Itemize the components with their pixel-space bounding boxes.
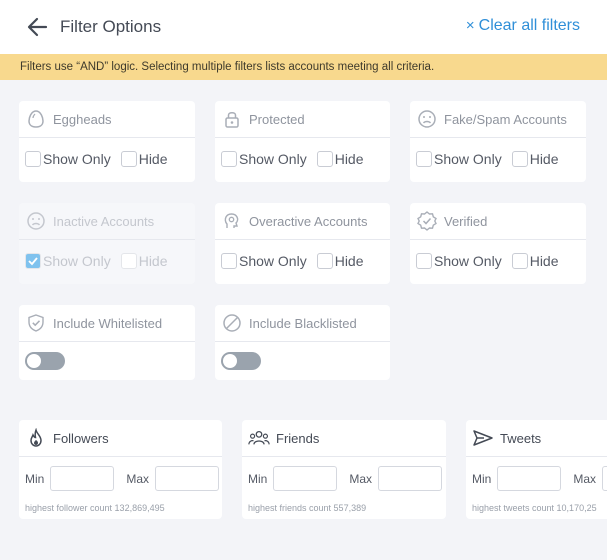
filter-label: Eggheads (53, 111, 112, 127)
hide-checkbox[interactable] (316, 253, 333, 269)
range-label: Friends (276, 430, 320, 446)
max-label: Max (573, 471, 597, 486)
and-logic-banner: Filters use “AND” logic. Selecting multi… (0, 54, 607, 80)
filter-card-inactive: Inactive Accounts Show Only Hide (19, 203, 195, 284)
hide-label: Hide (334, 151, 364, 167)
sad-face-icon (25, 210, 47, 232)
max-label: Max (126, 471, 150, 486)
checkmark-icon (28, 257, 38, 266)
flame-icon (25, 427, 47, 449)
toggle-card-blacklisted: Include Blacklisted (215, 305, 390, 380)
show-only-checkbox[interactable] (221, 253, 237, 269)
friends-max-input[interactable] (378, 466, 443, 491)
show-only-checkbox[interactable] (416, 151, 432, 167)
filter-label: Inactive Accounts (53, 213, 155, 229)
verified-badge-icon (416, 210, 438, 232)
clear-all-label: Clear all filters (478, 17, 580, 34)
toggle-label: Include Blacklisted (249, 315, 357, 331)
close-icon: × (465, 17, 475, 34)
range-label: Tweets (500, 430, 542, 446)
shield-check-icon (25, 312, 47, 334)
hide-label: Hide (334, 253, 364, 269)
friends-hint: highest friends count 557,389 (248, 503, 367, 513)
egg-icon (25, 108, 47, 130)
min-label: Min (248, 471, 268, 486)
header: Filter Options × Clear all filters (0, 0, 607, 54)
clear-all-filters-button[interactable]: × Clear all filters (466, 17, 580, 35)
show-only-label: Show Only (239, 151, 307, 167)
blacklisted-toggle[interactable] (221, 352, 261, 370)
filter-card-verified: Verified Show Only Hide (410, 203, 586, 284)
hide-checkbox[interactable] (316, 151, 333, 167)
followers-max-input[interactable] (155, 466, 220, 491)
range-label: Followers (53, 430, 109, 446)
friends-min-input[interactable] (273, 466, 338, 491)
tweets-max-input[interactable] (602, 466, 607, 491)
send-icon (472, 427, 494, 449)
min-label: Min (472, 471, 492, 486)
hide-checkbox[interactable] (120, 253, 137, 269)
back-arrow-icon[interactable] (24, 14, 52, 40)
followers-min-input[interactable] (50, 466, 115, 491)
toggle-label: Include Whitelisted (53, 315, 163, 331)
filter-card-fake-spam: Fake/Spam Accounts Show Only Hide (410, 101, 586, 182)
filter-card-overactive: Overactive Accounts Show Only Hide (215, 203, 390, 284)
lock-icon (221, 108, 243, 130)
tweets-hint: highest tweets count 10,170,25 (472, 503, 597, 513)
group-icon (248, 427, 270, 449)
hide-checkbox[interactable] (511, 253, 528, 269)
max-label: Max (349, 471, 373, 486)
tweets-min-input[interactable] (497, 466, 562, 491)
ban-icon (221, 312, 243, 334)
range-card-tweets: Tweets Min Max highest tweets count 10,1… (466, 420, 607, 519)
whitelisted-toggle[interactable] (25, 352, 65, 370)
show-only-checkbox[interactable] (25, 253, 41, 269)
filter-label: Protected (249, 111, 305, 127)
show-only-checkbox[interactable] (416, 253, 432, 269)
min-label: Min (25, 471, 45, 486)
page-title: Filter Options (60, 17, 162, 36)
show-only-label: Show Only (43, 151, 111, 167)
hide-label: Hide (529, 151, 559, 167)
followers-hint: highest follower count 132,869,495 (25, 503, 165, 513)
filter-card-protected: Protected Show Only Hide (215, 101, 390, 182)
show-only-label: Show Only (434, 151, 502, 167)
show-only-checkbox[interactable] (25, 151, 41, 167)
range-card-friends: Friends Min Max highest friends count 55… (242, 420, 446, 519)
hide-label: Hide (138, 151, 168, 167)
filter-card-eggheads: Eggheads Show Only Hide (19, 101, 195, 182)
hide-label: Hide (529, 253, 559, 269)
filter-label: Verified (444, 213, 488, 229)
hide-checkbox[interactable] (120, 151, 137, 167)
hide-label: Hide (138, 253, 168, 269)
show-only-label: Show Only (43, 253, 111, 269)
show-only-checkbox[interactable] (221, 151, 237, 167)
filter-label: Fake/Spam Accounts (444, 111, 567, 127)
sad-face-icon (416, 108, 438, 130)
show-only-label: Show Only (434, 253, 502, 269)
range-card-followers: Followers Min Max highest follower count… (19, 420, 222, 519)
brain-gear-icon (221, 210, 243, 232)
show-only-label: Show Only (239, 253, 307, 269)
hide-checkbox[interactable] (511, 151, 528, 167)
toggle-card-whitelisted: Include Whitelisted (19, 305, 195, 380)
filter-label: Overactive Accounts (249, 213, 368, 229)
